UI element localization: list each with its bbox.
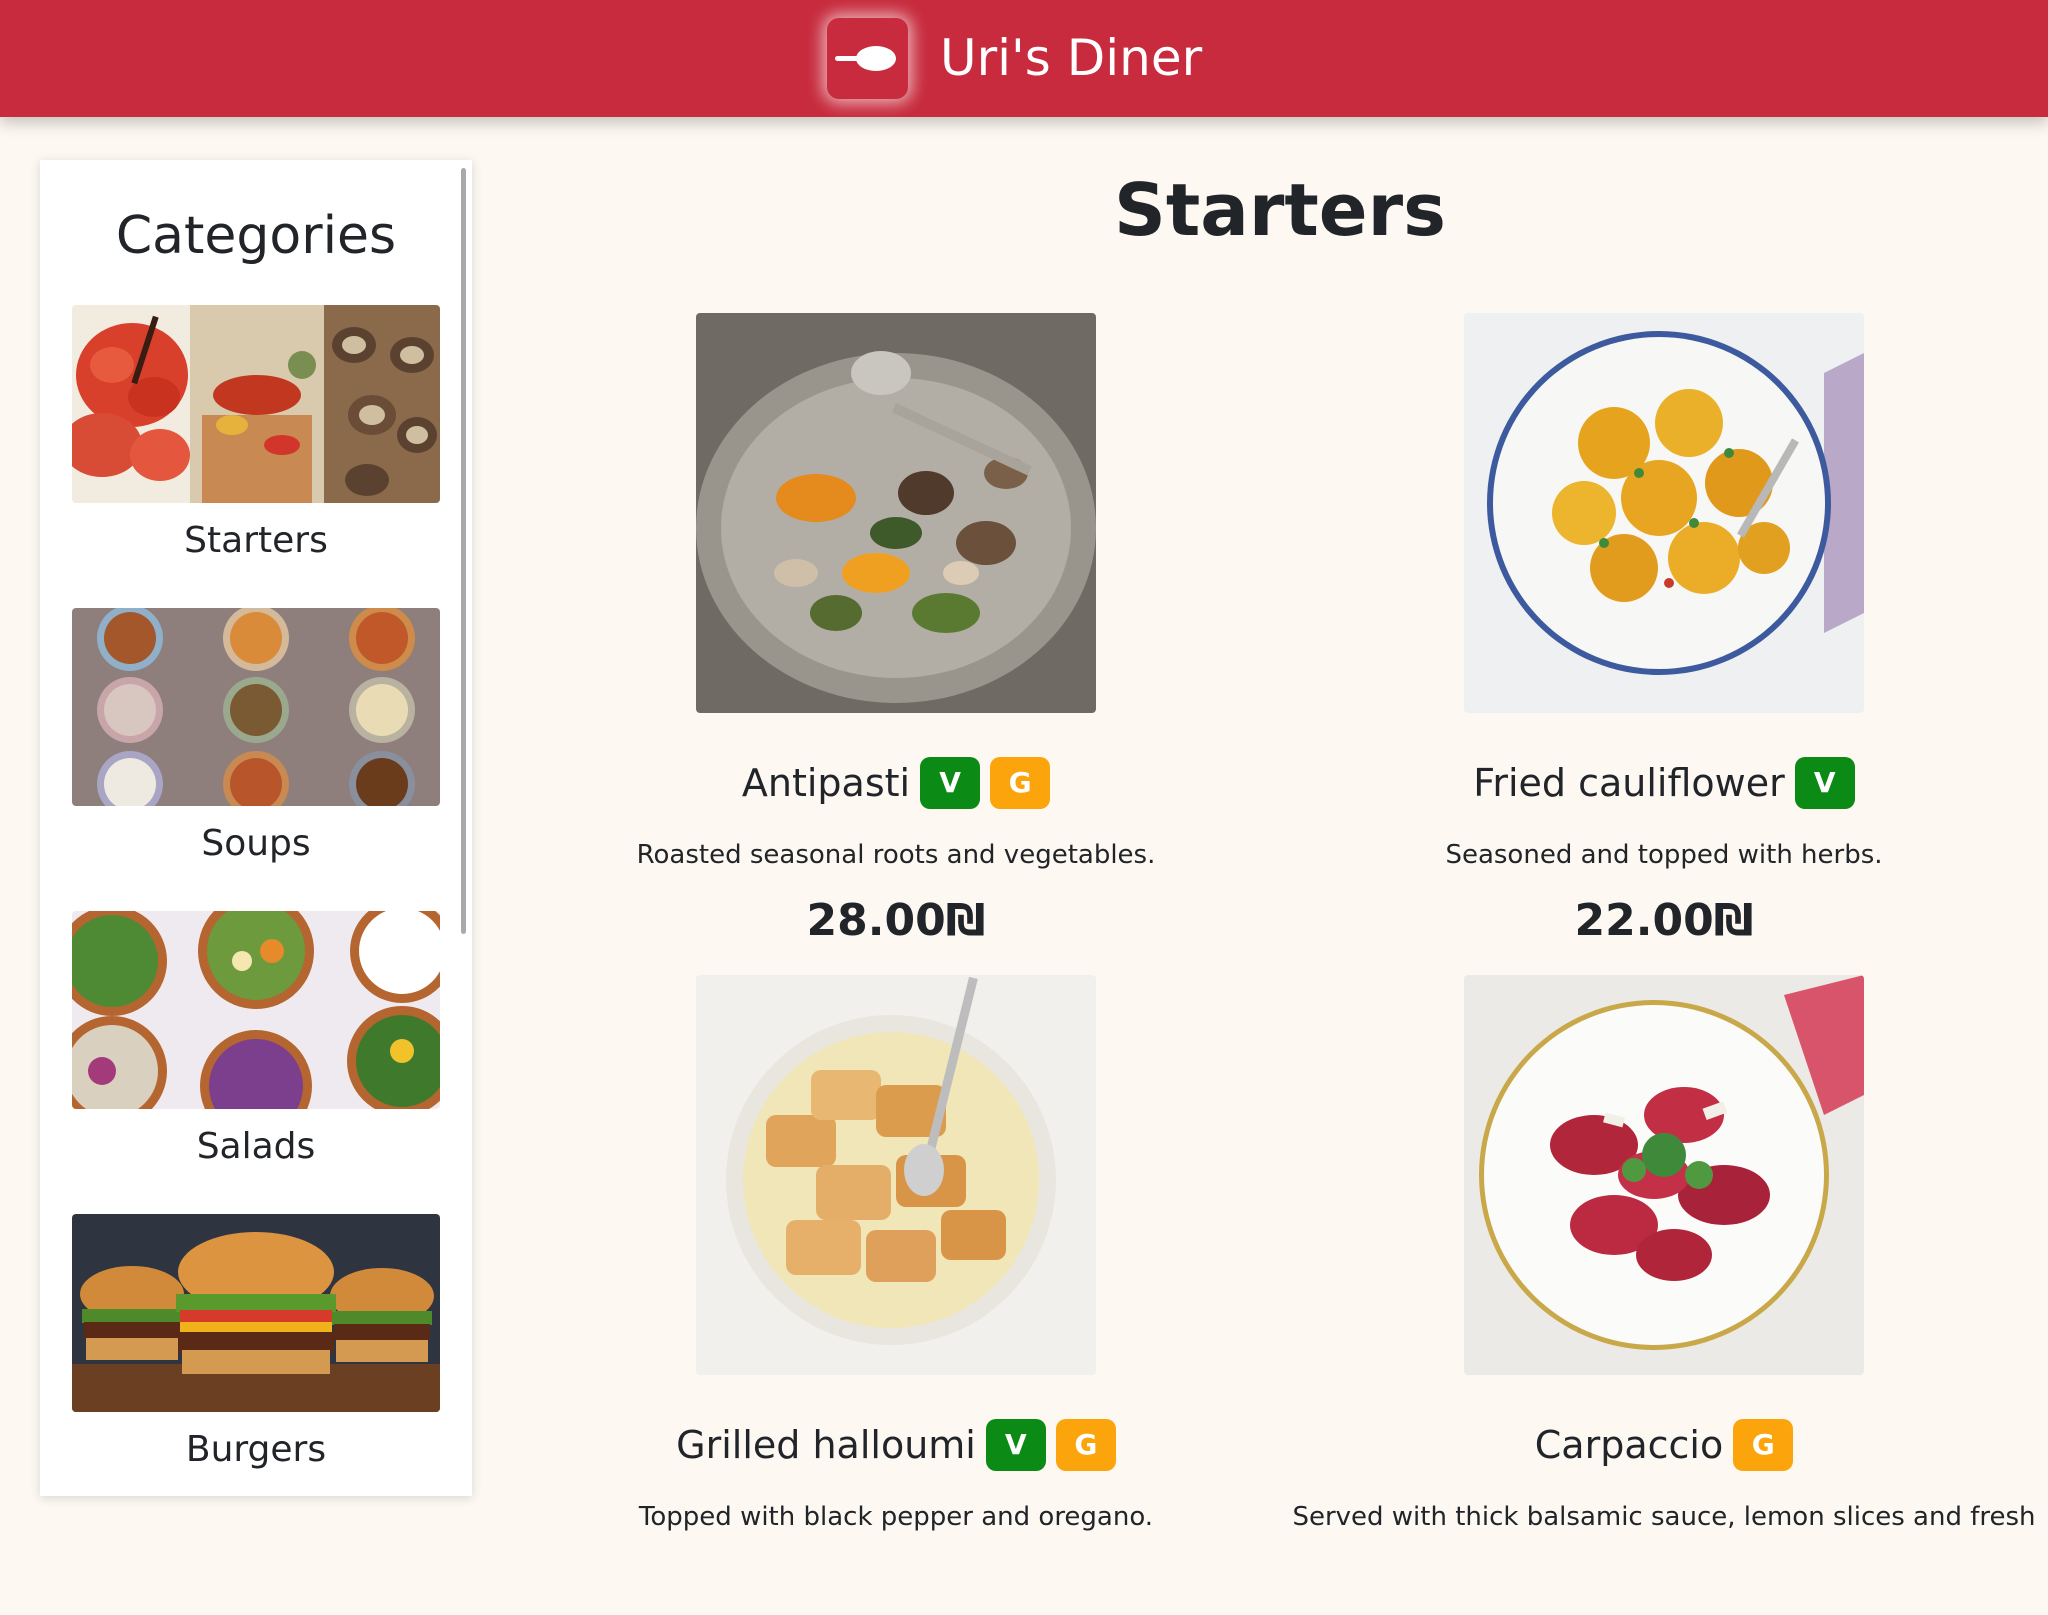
item-title-row: Antipasti V G bbox=[512, 743, 1280, 823]
gluten-free-badge: G bbox=[1055, 1419, 1116, 1471]
top-header: Uri's Diner bbox=[0, 0, 2048, 117]
menu-item-card[interactable]: Grilled halloumi V G Topped with black p… bbox=[512, 975, 1280, 1615]
carpaccio-photo bbox=[1464, 975, 1864, 1375]
category-salads[interactable]: Salads bbox=[72, 911, 440, 1181]
item-price: 22.00₪ bbox=[1574, 895, 1754, 946]
antipasti-photo bbox=[696, 313, 1096, 713]
category-label: Salads bbox=[196, 1126, 316, 1167]
soups-photo bbox=[72, 608, 440, 806]
item-price: 28.00₪ bbox=[806, 895, 986, 946]
gluten-free-badge: G bbox=[990, 757, 1051, 809]
starters-photo bbox=[72, 305, 440, 503]
item-name: Antipasti bbox=[741, 761, 911, 805]
category-starters[interactable]: Starters bbox=[72, 305, 440, 575]
menu-item-card[interactable]: Fried cauliflower V Seasoned and topped … bbox=[1280, 313, 2048, 953]
vegetarian-badge: V bbox=[985, 1419, 1046, 1471]
category-soups[interactable]: Soups bbox=[72, 608, 440, 878]
item-name: Carpaccio bbox=[1534, 1423, 1724, 1467]
item-description: Served with thick balsamic sauce, lemon … bbox=[1292, 1502, 2036, 1532]
category-label: Soups bbox=[201, 823, 311, 864]
vegetarian-badge: V bbox=[920, 757, 981, 809]
spoon-icon bbox=[835, 46, 896, 71]
menu-item-card[interactable]: Carpaccio G Served with thick balsamic s… bbox=[1280, 975, 2048, 1615]
salads-photo bbox=[72, 911, 440, 1109]
item-name: Grilled halloumi bbox=[676, 1423, 976, 1467]
category-label: Burgers bbox=[185, 1429, 327, 1470]
vegetarian-badge: V bbox=[1794, 757, 1855, 809]
category-label: Starters bbox=[184, 520, 328, 561]
fried-cauliflower-photo bbox=[1464, 313, 1864, 713]
item-description: Topped with black pepper and oregano. bbox=[638, 1502, 1154, 1532]
burgers-photo bbox=[72, 1214, 440, 1412]
categories-title: Categories bbox=[115, 206, 397, 266]
page-title: Starters bbox=[1114, 168, 1446, 252]
sidebar-scrollbar[interactable] bbox=[461, 168, 466, 934]
logo[interactable] bbox=[827, 18, 908, 99]
item-name: Fried cauliflower bbox=[1473, 761, 1785, 805]
item-description: Roasted seasonal roots and vegetables. bbox=[636, 840, 1156, 870]
menu-item-card[interactable]: Antipasti V G Roasted seasonal roots and… bbox=[512, 313, 1280, 953]
item-title-row: Carpaccio G bbox=[1280, 1405, 2048, 1485]
grilled-halloumi-photo bbox=[696, 975, 1096, 1375]
categories-sidebar: Categories Starters Soups Salads Burgers bbox=[40, 160, 472, 1496]
item-title-row: Fried cauliflower V bbox=[1280, 743, 2048, 823]
category-burgers[interactable]: Burgers bbox=[72, 1214, 440, 1484]
gluten-free-badge: G bbox=[1733, 1419, 1794, 1471]
item-title-row: Grilled halloumi V G bbox=[512, 1405, 1280, 1485]
brand-name: Uri's Diner bbox=[940, 29, 1203, 87]
item-description: Seasoned and topped with herbs. bbox=[1445, 840, 1883, 870]
